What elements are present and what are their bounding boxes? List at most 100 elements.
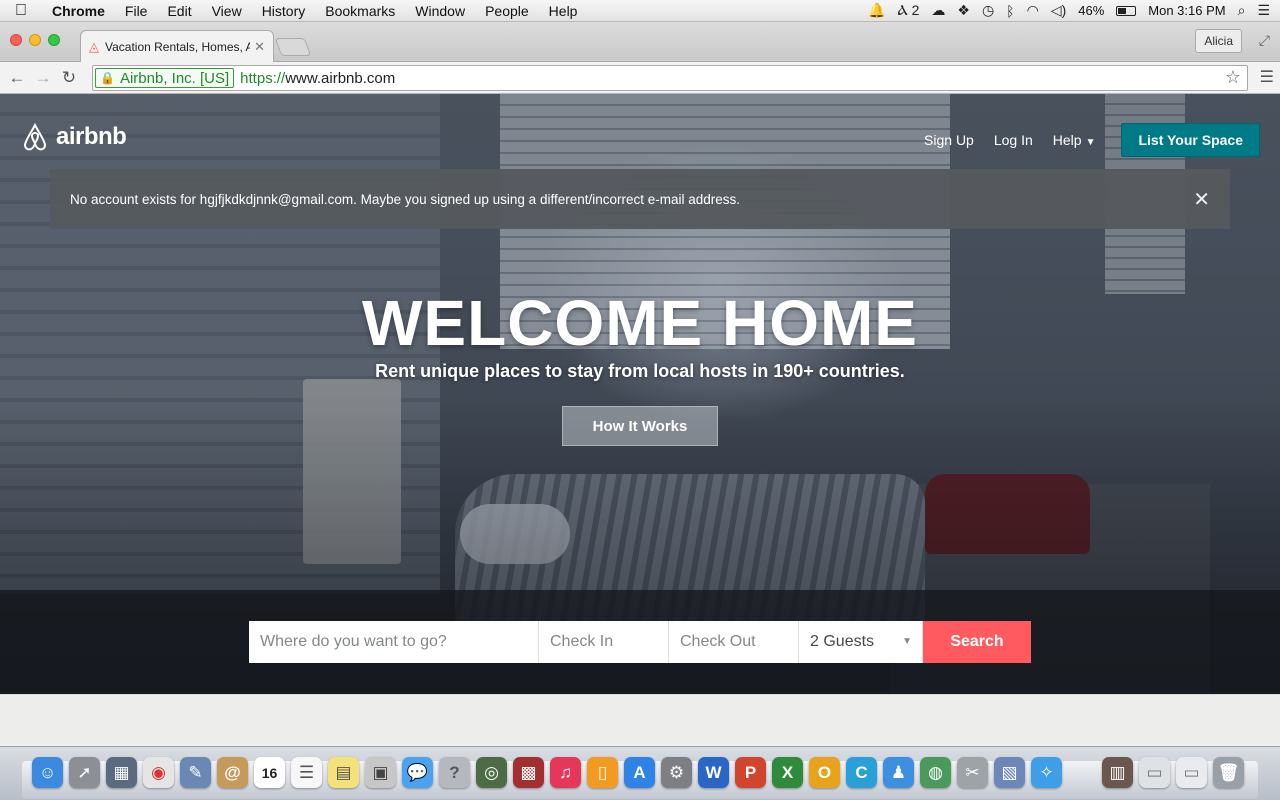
minimize-window-button[interactable]	[29, 34, 41, 46]
preview-icon[interactable]: ✎	[180, 757, 211, 788]
menu-people[interactable]: People	[475, 3, 539, 19]
search-button[interactable]: Search	[923, 621, 1031, 663]
menu-file[interactable]: File	[115, 3, 158, 19]
photo-browser-icon[interactable]: ▩	[513, 757, 544, 788]
menu-history[interactable]: History	[252, 3, 316, 19]
hero-subheadline: Rent unique places to stay from local ho…	[375, 361, 905, 381]
error-alert-banner: No account exists for hgjfjkdkdjnnk@gmai…	[50, 169, 1230, 229]
window-controls	[10, 34, 60, 46]
alert-message: No account exists for hgjfjkdkdjnnk@gmai…	[70, 191, 741, 207]
list-your-space-button[interactable]: List Your Space	[1121, 123, 1260, 157]
url-text: https://www.airbnb.com	[240, 70, 395, 87]
word-icon[interactable]: W	[698, 757, 729, 788]
battery-percent: 46%	[1078, 3, 1105, 18]
lync-icon[interactable]: ♟	[883, 757, 914, 788]
menu-bookmarks[interactable]: Bookmarks	[315, 3, 405, 19]
airbnb-favicon-icon: ◬	[89, 38, 99, 54]
contacts-icon[interactable]: @	[217, 757, 248, 788]
menu-edit[interactable]: Edit	[157, 3, 201, 19]
adobe-count: 2	[911, 2, 920, 18]
menu-help[interactable]: Help	[539, 3, 588, 19]
dropbox-icon[interactable]: ❖	[957, 2, 970, 19]
tab-close-icon[interactable]: ✕	[254, 39, 265, 55]
battery-icon[interactable]	[1116, 5, 1137, 16]
zoom-window-button[interactable]	[48, 34, 60, 46]
close-icon[interactable]: ✕	[1193, 187, 1210, 212]
dock-app-icons: ☺ ➚ ▦ ◉ ✎ @ 16 ☰ ▤ ▣ 💬 ? ◎ ▩ ♫ ▯ A ⚙ W P…	[32, 757, 1062, 788]
messages-icon[interactable]: 💬	[402, 757, 433, 788]
calendar-icon[interactable]: 16	[254, 757, 285, 788]
location-input[interactable]: Where do you want to go?	[249, 621, 539, 663]
stickies-icon[interactable]: ▤	[328, 757, 359, 788]
address-bar[interactable]: 🔒 Airbnb, Inc. [US] https://www.airbnb.c…	[92, 65, 1248, 91]
menu-view[interactable]: View	[202, 3, 252, 19]
url-scheme: https://	[240, 69, 286, 87]
top-nav: Sign Up Log In Help ▼ List Your Space	[904, 123, 1260, 157]
bookmark-star-icon[interactable]: ☆	[1225, 67, 1241, 88]
app-store-icon[interactable]: A	[624, 757, 655, 788]
mission-control-icon[interactable]: ▦	[106, 757, 137, 788]
check-out-field[interactable]: Check Out	[669, 621, 799, 663]
guests-value: 2 Guests	[810, 633, 875, 650]
launchpad-icon[interactable]: ➚	[69, 757, 100, 788]
volume-icon[interactable]: ◁)	[1051, 2, 1066, 19]
back-arrow-icon[interactable]: ←	[4, 68, 30, 88]
chevron-down-icon: ▼	[1085, 137, 1096, 148]
trash-icon[interactable]: 🗑	[1213, 757, 1244, 788]
screenshot-stack-icon[interactable]: ▥	[1102, 757, 1133, 788]
chrome-menu-icon[interactable]: ☰	[1260, 67, 1274, 87]
excel-icon[interactable]: X	[772, 757, 803, 788]
powerpoint-icon[interactable]: P	[735, 757, 766, 788]
check-in-field[interactable]: Check In	[539, 621, 669, 663]
notification-bell-icon[interactable]: 🔔	[868, 2, 885, 19]
fullscreen-icon[interactable]: ⤢	[1259, 32, 1270, 49]
bluetooth-icon[interactable]: ᛒ	[1006, 3, 1014, 19]
utility-icon[interactable]: ✂	[957, 757, 988, 788]
downloads-stack-icon[interactable]: ▭	[1176, 757, 1207, 788]
time-machine-icon[interactable]: ◷	[982, 2, 994, 19]
chrome-icon[interactable]: ◉	[143, 757, 174, 788]
reload-icon[interactable]: ↻	[56, 68, 82, 88]
airbnb-logo[interactable]: airbnb	[20, 122, 127, 152]
facetime-icon[interactable]: ◎	[476, 757, 507, 788]
creative-cloud-icon[interactable]: ☁	[931, 2, 945, 19]
ev-label: Airbnb, Inc. [US]	[119, 69, 230, 87]
apple-logo-icon[interactable]: 	[0, 2, 42, 20]
wifi-icon[interactable]: ◠	[1027, 2, 1039, 19]
system-preferences-icon[interactable]: ⚙	[661, 757, 692, 788]
forward-arrow-icon[interactable]: →	[30, 68, 56, 88]
finder-icon[interactable]: ☺	[32, 757, 63, 788]
browser-tab-strip: ◬ Vacation Rentals, Homes, A ✕ Alicia ⤢	[0, 22, 1280, 62]
document-stack-icon[interactable]: ▭	[1139, 757, 1170, 788]
help-icon[interactable]: ?	[439, 757, 470, 788]
notification-center-icon[interactable]: ☰	[1257, 2, 1270, 19]
profile-button[interactable]: Alicia	[1195, 29, 1242, 53]
close-window-button[interactable]	[10, 34, 22, 46]
photo-gallery-icon[interactable]: ▧	[994, 757, 1025, 788]
browser-tab-active[interactable]: ◬ Vacation Rentals, Homes, A ✕	[80, 30, 274, 62]
airbnb-belo-icon	[23, 122, 47, 151]
network-icon[interactable]: ◍	[920, 757, 951, 788]
help-menu[interactable]: Help ▼	[1053, 132, 1096, 148]
ev-certificate-badge[interactable]: 🔒 Airbnb, Inc. [US]	[95, 68, 235, 88]
onenote-icon[interactable]: C	[846, 757, 877, 788]
sign-up-link[interactable]: Sign Up	[924, 132, 974, 148]
spotlight-search-icon[interactable]: ⌕	[1238, 2, 1246, 19]
brand-wordmark: airbnb	[56, 123, 127, 150]
guests-select[interactable]: 2 Guests ▼	[799, 621, 923, 663]
menu-window[interactable]: Window	[405, 3, 475, 19]
ibooks-icon[interactable]: ▯	[587, 757, 618, 788]
how-it-works-button[interactable]: How It Works	[562, 406, 718, 446]
adobe-icon[interactable]: Ⲁ 2	[898, 2, 920, 19]
search-bar: Where do you want to go? Check In Check …	[249, 621, 1031, 663]
below-fold-section	[0, 694, 1280, 746]
itunes-icon[interactable]: ♫	[550, 757, 581, 788]
log-in-link[interactable]: Log In	[994, 132, 1033, 148]
outlook-icon[interactable]: O	[809, 757, 840, 788]
menu-app-name[interactable]: Chrome	[42, 3, 115, 19]
menubar-clock[interactable]: Mon 3:16 PM	[1148, 3, 1225, 18]
safari-icon[interactable]: ✧	[1031, 757, 1062, 788]
new-tab-button[interactable]	[274, 38, 312, 56]
reminders-icon[interactable]: ☰	[291, 757, 322, 788]
photo-booth-icon[interactable]: ▣	[365, 757, 396, 788]
